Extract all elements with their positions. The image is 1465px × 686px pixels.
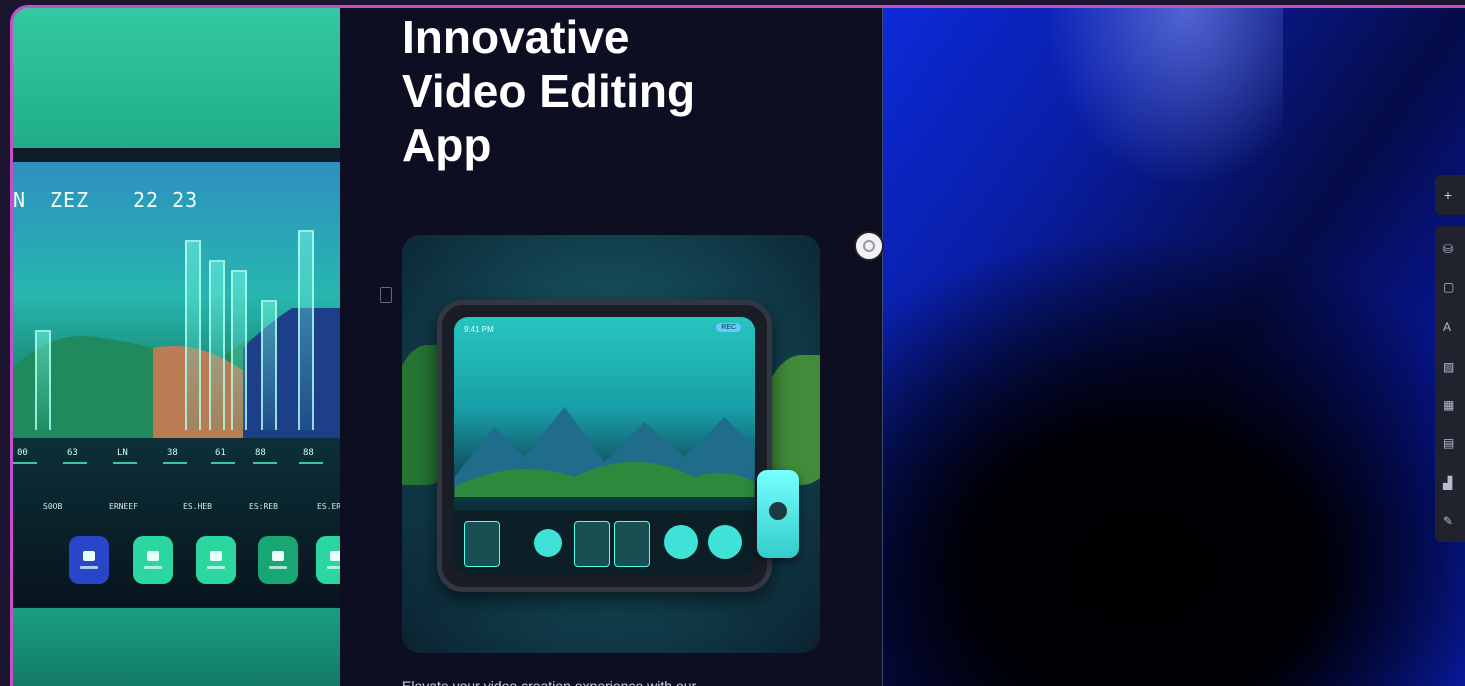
timestamp-label: ZEZ [50, 188, 90, 212]
main-slide[interactable]: Innovative Video Editing App 9:41 PM REC [340, 8, 883, 686]
plus-icon: + [1443, 187, 1453, 203]
grid-icon[interactable]: ▦ [1443, 398, 1463, 412]
canvas-frame: N ZEZ 22 23 00 63 LN 38 61 88 88 S0OB ER… [10, 5, 1465, 686]
add-element-button[interactable]: + [1435, 175, 1465, 215]
mountain-landscape [454, 407, 755, 497]
remote-device-image [757, 470, 799, 558]
timestamp-label: N [13, 188, 27, 212]
rotate-handle[interactable] [854, 231, 884, 261]
chart-bar [261, 300, 277, 430]
chart-bar [298, 230, 314, 430]
hero-image-card[interactable]: 9:41 PM REC [402, 235, 820, 653]
app-tile-button [133, 536, 173, 584]
text-icon[interactable]: A [1443, 320, 1463, 334]
chart-bar [35, 330, 51, 430]
gradient-background-slide[interactable] [883, 8, 1465, 686]
chart-bar [185, 240, 201, 430]
slide-description[interactable]: Elevate your video creation experience w… [402, 678, 832, 686]
landscape-hill-graphic [13, 308, 340, 438]
chart-icon[interactable]: ▟ [1443, 476, 1463, 490]
image-icon[interactable]: ▨ [1443, 360, 1463, 374]
stack-icon[interactable]: ⛁ [1443, 242, 1463, 256]
slide-marker-icon [380, 287, 392, 303]
layout-icon[interactable]: ▤ [1443, 436, 1463, 450]
slide-title[interactable]: Innovative Video Editing App [402, 10, 822, 172]
app-tile-button [69, 536, 109, 584]
tablet-mockup-image: 9:41 PM REC [437, 300, 772, 592]
chart-bar [231, 270, 247, 430]
timestamp-label: 22 23 [133, 188, 199, 212]
element-toolbar: ⛁ ▢ A ▨ ▦ ▤ ▟ ✎ [1435, 226, 1465, 542]
chart-axis-row: 00 63 LN 38 61 88 88 [13, 448, 340, 468]
square-icon[interactable]: ▢ [1443, 280, 1463, 294]
chart-bar [209, 260, 225, 430]
app-tile-button [258, 536, 298, 584]
app-tile-button [196, 536, 236, 584]
left-preview-slide[interactable]: N ZEZ 22 23 00 63 LN 38 61 88 88 S0OB ER… [13, 8, 356, 686]
rotate-icon [863, 240, 875, 252]
pen-icon[interactable]: ✎ [1443, 514, 1463, 528]
